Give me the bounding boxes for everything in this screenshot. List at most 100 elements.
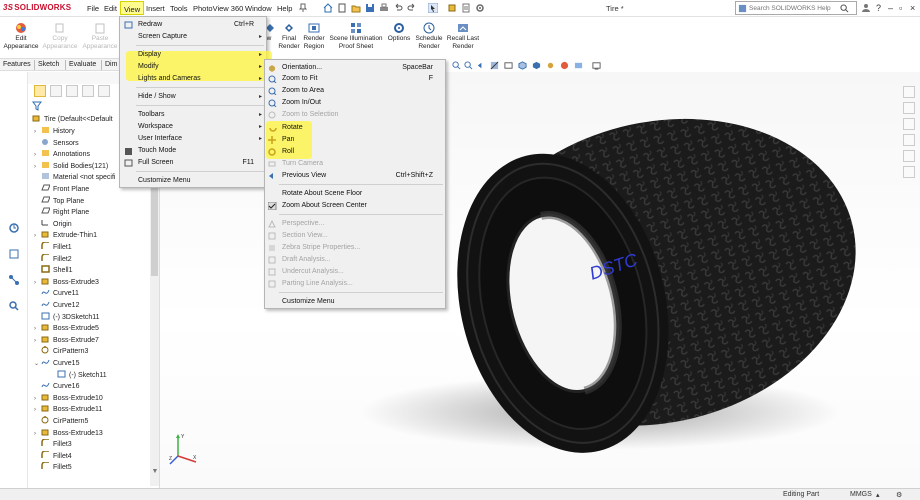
modify-menu-item-zoom-to-area[interactable]: Zoom to Area	[265, 85, 445, 97]
options-gear-icon[interactable]	[475, 3, 485, 13]
section-view-icon[interactable]	[490, 61, 499, 70]
modify-menu-item-roll[interactable]: Roll	[265, 146, 445, 158]
copy-appearance-button[interactable]: Copy Appearance	[42, 22, 78, 51]
search-feature-icon[interactable]	[8, 300, 20, 312]
filter-icon[interactable]	[32, 101, 42, 111]
menu-help[interactable]: Help	[277, 4, 292, 13]
dimxpert-manager-tab-icon[interactable]	[82, 85, 94, 97]
tree-item[interactable]: CirPattern5	[34, 416, 88, 427]
menu-tools[interactable]: Tools	[170, 4, 188, 13]
tree-item[interactable]: Curve16	[34, 381, 79, 392]
scene-illumination-proof-sheet-button[interactable]: Scene Illumination Proof Sheet	[328, 22, 384, 51]
property-manager-tab-icon[interactable]	[50, 85, 62, 97]
expand-toggle-icon[interactable]: ›	[34, 127, 40, 138]
configuration-manager-tab-icon[interactable]	[66, 85, 78, 97]
tree-item[interactable]: Top Plane	[34, 196, 84, 207]
expand-toggle-icon[interactable]: ›	[34, 150, 40, 161]
modify-menu-item-zoom-to-selection[interactable]: Zoom to Selection	[265, 109, 445, 121]
search-icon[interactable]	[840, 4, 849, 13]
tree-item[interactable]: Fillet3	[34, 438, 72, 450]
close-button[interactable]: ×	[910, 3, 915, 13]
menu-view[interactable]: View	[120, 1, 145, 15]
tab-features[interactable]: Features	[3, 61, 31, 68]
expand-toggle-icon[interactable]: ›	[34, 231, 40, 242]
display-manager-tab-icon[interactable]	[98, 85, 110, 97]
view-settings-icon[interactable]	[592, 61, 601, 70]
hide-show-items-icon[interactable]	[546, 61, 555, 70]
modify-menu-item-perspective[interactable]: Perspective...	[265, 218, 445, 230]
edit-appearance-button[interactable]: Edit Appearance	[3, 22, 39, 51]
menu-edit[interactable]: Edit	[104, 4, 117, 13]
tree-item[interactable]: Shell1	[34, 265, 72, 276]
print-icon[interactable]	[379, 3, 389, 13]
display-style-icon[interactable]	[532, 61, 541, 70]
view-menu-item-workspace[interactable]: Workspace ▸	[120, 121, 266, 133]
tree-item[interactable]: › Boss-Extrude7	[34, 335, 99, 346]
modify-menu-item-previous-view[interactable]: Previous View Ctrl+Shift+Z	[265, 170, 445, 182]
modify-menu-item-zoom-to-fit[interactable]: Zoom to Fit F	[265, 73, 445, 85]
tree-item[interactable]: Fillet5	[34, 461, 72, 473]
paste-appearance-button[interactable]: Paste Appearance	[81, 22, 119, 51]
modify-menu-item-rotate[interactable]: Rotate	[265, 122, 445, 134]
options-button[interactable]: Options	[386, 22, 412, 43]
undo-icon[interactable]	[393, 3, 403, 13]
previous-view-icon[interactable]	[476, 61, 485, 70]
modify-menu-item-zoom-about-screen-center[interactable]: Zoom About Screen Center	[265, 200, 445, 212]
view-menu-item-lights-and-cameras[interactable]: Lights and Cameras ▸	[120, 73, 266, 85]
tree-item[interactable]: CirPattern3	[34, 346, 88, 357]
dynamic-annotation-icon[interactable]	[504, 61, 513, 70]
view-menu-item-display[interactable]: Display ▸	[120, 49, 266, 61]
tree-item[interactable]: › Annotations	[34, 149, 90, 160]
redo-icon[interactable]	[407, 3, 417, 13]
menu-file[interactable]: File	[87, 4, 99, 13]
menu-photoview-360[interactable]: PhotoView 360	[193, 4, 243, 13]
final-render-button[interactable]: Final Render	[278, 22, 300, 51]
tree-item[interactable]: Curve11	[34, 288, 79, 299]
tree-item[interactable]: › History	[34, 126, 75, 137]
tree-item[interactable]: Material <not specifi	[34, 172, 115, 183]
view-menu-item-hide-show[interactable]: Hide / Show ▸	[120, 91, 266, 103]
expand-toggle-icon[interactable]: ›	[34, 394, 40, 405]
view-menu-item-toolbars[interactable]: Toolbars ▸	[120, 109, 266, 121]
expand-toggle-icon[interactable]: ›	[34, 336, 40, 347]
feature-manager-tab-icon[interactable]	[34, 85, 46, 97]
view-menu-item-redraw[interactable]: Redraw Ctrl+R	[120, 19, 266, 31]
tree-item[interactable]: › Boss-Extrude10	[34, 393, 103, 404]
select-icon[interactable]	[428, 3, 438, 13]
scroll-down-arrow-icon[interactable]: ▼	[150, 468, 160, 478]
tree-item[interactable]: Right Plane	[34, 207, 89, 218]
help-search-input[interactable]	[749, 3, 839, 14]
solidworks-resources-icon[interactable]	[903, 86, 915, 98]
view-menu-item-screen-capture[interactable]: Screen Capture ▸	[120, 31, 266, 43]
file-properties-icon[interactable]	[461, 3, 471, 13]
solidworks-logo[interactable]: 3SSOLIDWORKS	[3, 3, 71, 12]
menu-insert[interactable]: Insert	[146, 4, 165, 13]
edit-appearance-hud-icon[interactable]	[560, 61, 569, 70]
tree-item[interactable]: › Boss-Extrude5	[34, 323, 99, 334]
view-palette-icon[interactable]	[903, 134, 915, 146]
pin-icon[interactable]	[298, 3, 308, 13]
home-icon[interactable]	[323, 3, 333, 13]
tree-item[interactable]: › Boss-Extrude13	[34, 428, 103, 439]
user-icon[interactable]	[861, 3, 871, 13]
rebuild-icon[interactable]	[447, 3, 457, 13]
feature-view-icon[interactable]	[8, 248, 20, 260]
tree-item[interactable]: › Solid Bodies(121)	[34, 161, 108, 172]
tree-item[interactable]: ⌄ Curve15	[34, 358, 79, 369]
restore-button[interactable]: ▫	[899, 3, 902, 13]
units-dropdown-icon[interactable]: ▴	[876, 491, 880, 499]
schedule-render-button[interactable]: Schedule Render	[414, 22, 444, 51]
tab-dimxpert[interactable]: Dim	[105, 61, 117, 68]
file-explorer-icon[interactable]	[903, 118, 915, 130]
zoom-to-area-icon[interactable]	[464, 61, 473, 70]
tree-root-part[interactable]: Tire (Default<<Default	[32, 114, 113, 125]
view-menu-item-customize-menu[interactable]: Customize Menu	[120, 175, 266, 187]
expand-toggle-icon[interactable]: ›	[34, 278, 40, 289]
view-menu-item-full-screen[interactable]: Full Screen F11	[120, 157, 266, 169]
history-cycle-icon[interactable]	[8, 222, 20, 234]
design-library-icon[interactable]	[903, 102, 915, 114]
tab-sketch[interactable]: Sketch	[38, 61, 59, 68]
tree-item[interactable]: Origin	[34, 219, 72, 230]
recall-last-render-button[interactable]: Recall Last Render	[446, 22, 480, 51]
render-region-button[interactable]: Render Region	[302, 22, 326, 51]
